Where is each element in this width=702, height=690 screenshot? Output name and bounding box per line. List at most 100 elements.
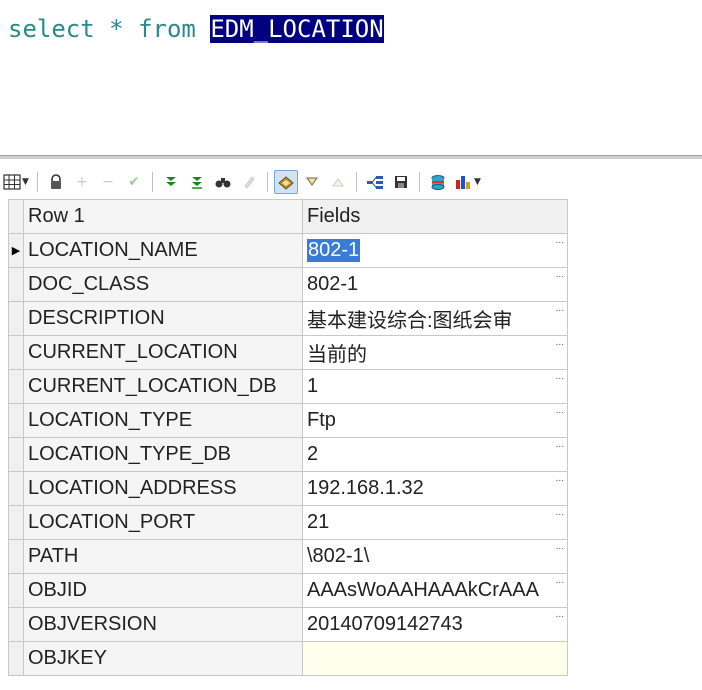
ellipsis-button[interactable]: ... — [556, 508, 564, 518]
post-icon[interactable]: ✔ — [122, 171, 146, 193]
add-icon[interactable]: + — [70, 171, 94, 193]
chart-icon[interactable]: ▼ — [452, 171, 484, 193]
ellipsis-button[interactable]: ... — [556, 236, 564, 246]
table-row[interactable]: LOCATION_TYPE Ftp... — [8, 403, 568, 438]
row-indicator — [8, 641, 24, 676]
table-row[interactable]: ▶ LOCATION_NAME 802-1... — [8, 233, 568, 268]
table-row[interactable]: DOC_CLASS 802-1... — [8, 267, 568, 302]
sort-asc-icon[interactable] — [326, 171, 350, 193]
table-row[interactable]: LOCATION_ADDRESS 192.168.1.32... — [8, 471, 568, 506]
sql-text: select * from EDM_LOCATION — [8, 14, 384, 44]
sql-keyword-select: select — [8, 15, 95, 43]
field-value-text: 802-1 — [307, 239, 361, 262]
table-row[interactable]: OBJVERSION 20140709142743... — [8, 607, 568, 642]
ellipsis-button[interactable]: ... — [556, 542, 564, 552]
ellipsis-button[interactable]: ... — [556, 304, 564, 314]
ellipsis-button[interactable]: ... — [556, 338, 564, 348]
save-icon[interactable] — [389, 171, 413, 193]
row-indicator — [8, 267, 24, 302]
field-value[interactable]: 基本建设综合:图纸会审... — [302, 301, 568, 336]
field-name[interactable]: LOCATION_PORT — [23, 505, 303, 540]
ellipsis-button[interactable]: ... — [556, 270, 564, 280]
ellipsis-button[interactable]: ... — [556, 576, 564, 586]
table-row[interactable]: DESCRIPTION 基本建设综合:图纸会审... — [8, 301, 568, 336]
ellipsis-button[interactable]: ... — [556, 610, 564, 620]
field-name[interactable]: OBJVERSION — [23, 607, 303, 642]
table-row[interactable]: LOCATION_TYPE_DB 2... — [8, 437, 568, 472]
field-name[interactable]: PATH — [23, 539, 303, 574]
sort-desc-icon[interactable] — [300, 171, 324, 193]
row-indicator — [8, 369, 24, 404]
chevron-down-icon: ▼ — [474, 177, 481, 187]
query-plan-icon[interactable] — [363, 171, 387, 193]
field-value[interactable]: 192.168.1.32... — [302, 471, 568, 506]
sql-editor[interactable]: select * from EDM_LOCATION — [0, 0, 702, 155]
last-record-icon[interactable] — [185, 171, 209, 193]
field-value-text: 基本建设综合:图纸会审 — [307, 310, 513, 332]
field-value[interactable]: 21... — [302, 505, 568, 540]
field-value-text: 802-1 — [307, 273, 359, 295]
field-value[interactable]: 802-1... — [302, 233, 568, 268]
row-indicator — [8, 471, 24, 506]
first-record-icon[interactable] — [159, 171, 183, 193]
field-value[interactable]: AAAsWoAAHAAAkCrAAA... — [302, 573, 568, 608]
table-row[interactable]: CURRENT_LOCATION_DB 1... — [8, 369, 568, 404]
lock-icon[interactable] — [44, 171, 68, 193]
field-name[interactable]: LOCATION_NAME — [23, 233, 303, 268]
field-value[interactable] — [302, 641, 568, 676]
row-indicator — [8, 573, 24, 608]
field-value[interactable]: 2... — [302, 437, 568, 472]
field-name[interactable]: LOCATION_ADDRESS — [23, 471, 303, 506]
field-name[interactable]: LOCATION_TYPE_DB — [23, 437, 303, 472]
field-name[interactable]: DOC_CLASS — [23, 267, 303, 302]
ellipsis-button[interactable]: ... — [556, 372, 564, 382]
field-value[interactable]: Ftp... — [302, 403, 568, 438]
table-row[interactable]: OBJID AAAsWoAAHAAAkCrAAA... — [8, 573, 568, 608]
row-indicator — [8, 335, 24, 370]
field-value-text: \802-1\ — [307, 545, 370, 567]
toolbar-separator — [267, 172, 268, 192]
column-header-row[interactable]: Row 1 — [23, 199, 303, 234]
field-value-text: AAAsWoAAHAAAkCrAAA — [307, 579, 539, 601]
field-name[interactable]: CURRENT_LOCATION — [23, 335, 303, 370]
toolbar-separator — [356, 172, 357, 192]
clear-icon[interactable] — [237, 171, 261, 193]
ellipsis-button[interactable]: ... — [556, 406, 564, 416]
filter-icon[interactable] — [274, 170, 298, 194]
table-row[interactable]: LOCATION_PORT 21... — [8, 505, 568, 540]
ellipsis-button[interactable]: ... — [556, 440, 564, 450]
field-value-text: 1 — [307, 375, 319, 397]
field-name[interactable]: OBJID — [23, 573, 303, 608]
remove-icon[interactable]: − — [96, 171, 120, 193]
row-indicator — [8, 607, 24, 642]
column-header-fields[interactable]: Fields — [302, 199, 568, 234]
field-value-text: 21 — [307, 511, 330, 533]
ellipsis-button[interactable]: ... — [556, 474, 564, 484]
current-row-indicator-icon: ▶ — [8, 233, 24, 268]
table-row[interactable]: OBJKEY — [8, 641, 568, 676]
find-icon[interactable] — [211, 171, 235, 193]
field-value[interactable]: \802-1\... — [302, 539, 568, 574]
field-value-text: 192.168.1.32 — [307, 477, 424, 499]
field-name[interactable]: LOCATION_TYPE — [23, 403, 303, 438]
splitter[interactable] — [0, 155, 702, 159]
field-name[interactable]: OBJKEY — [23, 641, 303, 676]
field-name[interactable]: CURRENT_LOCATION_DB — [23, 369, 303, 404]
grid-view-icon[interactable]: ▼ — [1, 171, 31, 193]
field-name[interactable]: DESCRIPTION — [23, 301, 303, 336]
table-row[interactable]: CURRENT_LOCATION 当前的... — [8, 335, 568, 370]
field-value[interactable]: 当前的... — [302, 335, 568, 370]
sql-star: * — [109, 15, 124, 43]
field-value-text: 2 — [307, 443, 319, 465]
field-value[interactable]: 802-1... — [302, 267, 568, 302]
row-indicator — [8, 301, 24, 336]
sql-table-selected: EDM_LOCATION — [210, 15, 384, 43]
field-value[interactable]: 20140709142743... — [302, 607, 568, 642]
field-value[interactable]: 1... — [302, 369, 568, 404]
table-row[interactable]: PATH \802-1\... — [8, 539, 568, 574]
record-grid: Row 1 Fields ▶ LOCATION_NAME 802-1... DO… — [8, 199, 568, 676]
export-icon[interactable] — [426, 171, 450, 193]
field-value-text: 20140709142743 — [307, 613, 463, 635]
result-toolbar: ▼ + − ✔ ▼ — [0, 168, 702, 196]
toolbar-separator — [37, 172, 38, 192]
